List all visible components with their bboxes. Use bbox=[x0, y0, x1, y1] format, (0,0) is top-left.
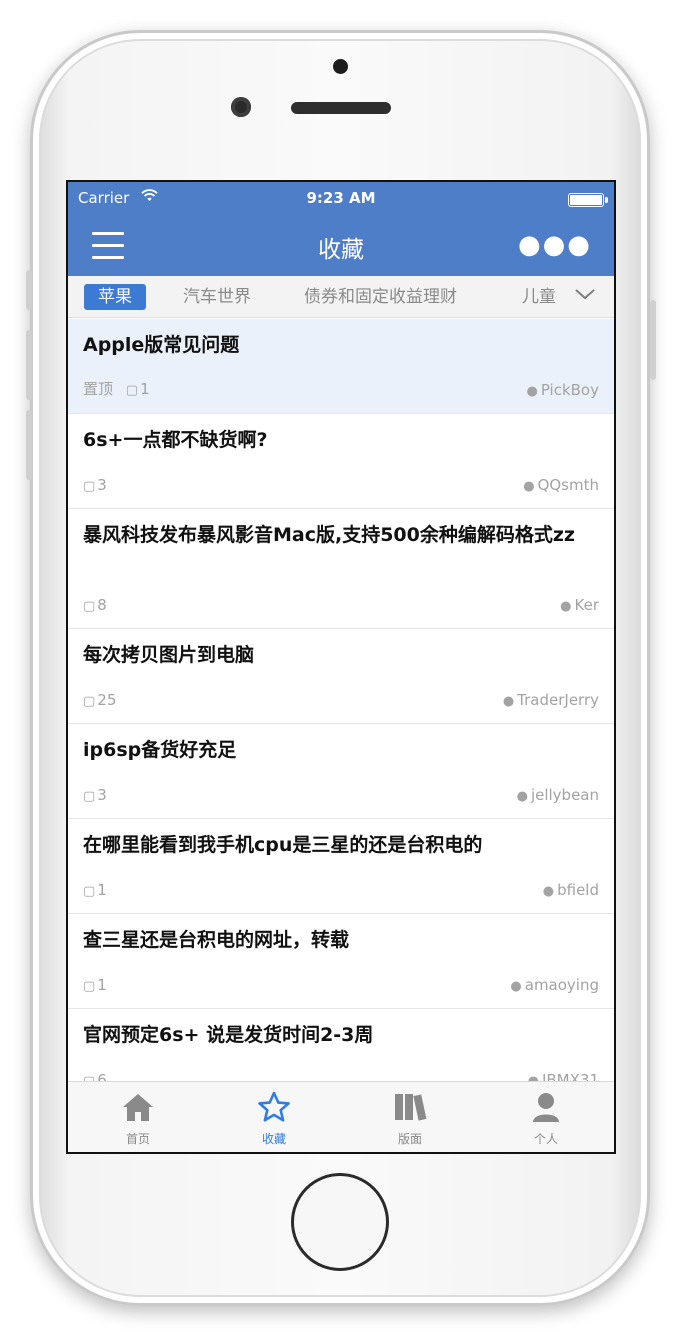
tab-profile-label: 个人 bbox=[533, 1132, 558, 1146]
user-icon: ● bbox=[526, 384, 538, 399]
header: Carrier 9:23 AM 收藏 ●●● bbox=[68, 182, 614, 276]
front-camera bbox=[231, 97, 251, 117]
reply-icon: ▢ bbox=[83, 979, 96, 994]
thread-title: 在哪里能看到我手机cpu是三星的还是台积电的 bbox=[83, 834, 483, 856]
tab-boards[interactable]: 版面 bbox=[370, 1090, 450, 1147]
battery-tip bbox=[605, 197, 608, 203]
tab-home-label: 首页 bbox=[125, 1132, 150, 1146]
thread-meta: ▢ 3 bbox=[83, 476, 107, 494]
reply-icon: ▢ bbox=[83, 694, 96, 709]
user-icon: ● bbox=[542, 884, 555, 899]
volume-down-button bbox=[26, 410, 32, 480]
thread-meta: ▢ 3 bbox=[83, 786, 107, 804]
user-icon: ● bbox=[528, 1074, 539, 1081]
list-item[interactable]: Apple版常见问题 置顶 ▢ 1 ● PickBoy bbox=[68, 319, 614, 414]
thread-meta: ▢ 25 bbox=[83, 691, 116, 709]
tab-children[interactable]: 儿童 bbox=[522, 284, 556, 310]
more-options-icon[interactable]: ●●● bbox=[518, 230, 592, 260]
app-screen: Carrier 9:23 AM 收藏 ●●● 苹果 汽车世界 债券和固定收益理财… bbox=[66, 180, 616, 1154]
status-time: 9:23 AM bbox=[306, 189, 376, 207]
reply-icon: ▢ bbox=[83, 479, 96, 494]
tab-favorites-label: 收藏 bbox=[261, 1132, 286, 1146]
thread-title: Apple版常见问题 bbox=[83, 334, 240, 356]
reply-count: 3 bbox=[97, 476, 107, 494]
thread-meta: 置顶 ▢ 1 bbox=[83, 378, 150, 399]
reply-count: 1 bbox=[97, 881, 107, 899]
thread-title: 查三星还是台积电的网址，转载 bbox=[83, 929, 350, 951]
category-tabs: 苹果 汽车世界 债券和固定收益理财 儿童 bbox=[68, 276, 614, 318]
reply-count: 1 bbox=[97, 976, 107, 994]
tab-home[interactable]: 首页 bbox=[98, 1090, 178, 1147]
reply-count: 6 bbox=[97, 1071, 107, 1081]
tab-apple[interactable]: 苹果 bbox=[84, 284, 146, 310]
thread-list: Apple版常见问题 置顶 ▢ 1 ● PickBoy 6s+一点都不缺货啊? ▢ 3… bbox=[68, 319, 614, 1081]
proximity-sensor bbox=[333, 59, 348, 74]
thread-title: 6s+一点都不缺货啊? bbox=[83, 429, 268, 451]
pinned-badge: 置顶 bbox=[83, 380, 114, 398]
mute-switch bbox=[26, 270, 32, 310]
nav-bar: 收藏 ●●● bbox=[68, 216, 614, 276]
home-button[interactable] bbox=[291, 1173, 389, 1271]
home-icon bbox=[98, 1090, 178, 1126]
thread-author: ● jellybean bbox=[516, 786, 599, 804]
reply-count: 3 bbox=[97, 786, 107, 804]
reply-count: 8 bbox=[97, 596, 107, 614]
thread-author: ● bfield bbox=[542, 881, 599, 899]
list-item[interactable]: ip6sp备货好充足 ▢ 3 ● jellybean bbox=[68, 724, 614, 819]
thread-title: 每次拷贝图片到电脑 bbox=[83, 644, 255, 666]
reply-icon: ▢ bbox=[83, 599, 96, 614]
tab-favorites[interactable]: 收藏 bbox=[234, 1090, 314, 1147]
star-icon bbox=[234, 1090, 314, 1126]
list-item[interactable]: 6s+一点都不缺货啊? ▢ 3 ● QQsmth bbox=[68, 414, 614, 509]
list-item[interactable]: 在哪里能看到我手机cpu是三星的还是台积电的 ▢ 1 ● bfield bbox=[68, 819, 614, 914]
tab-auto-world[interactable]: 汽车世界 bbox=[183, 284, 251, 310]
thread-title: 暴风科技发布暴风影音Mac版,支持500余种编解码格式zz bbox=[83, 524, 575, 546]
reply-icon: ▢ bbox=[125, 383, 139, 398]
thread-meta: ▢ 8 bbox=[83, 596, 107, 614]
list-item[interactable]: 暴风科技发布暴风影音Mac版,支持500余种编解码格式zz ▢ 8 ● Ker bbox=[68, 509, 614, 629]
books-icon bbox=[370, 1090, 450, 1126]
tab-boards-label: 版面 bbox=[397, 1132, 422, 1146]
chevron-down-icon[interactable] bbox=[574, 282, 596, 307]
thread-meta: ▢ 1 bbox=[83, 976, 107, 994]
user-icon: ● bbox=[502, 694, 515, 709]
earpiece-speaker bbox=[291, 102, 391, 114]
reply-icon: ▢ bbox=[83, 884, 96, 899]
thread-author: ● TraderJerry bbox=[502, 691, 599, 709]
list-item[interactable]: 官网预定6s+ 说是发货时间2-3周 ▢6 ●IBMX31 bbox=[68, 1009, 614, 1081]
user-icon bbox=[506, 1090, 586, 1126]
bottom-tab-bar: 首页 收藏 版面 个人 bbox=[68, 1081, 614, 1152]
thread-meta: ▢ 1 bbox=[83, 881, 107, 899]
user-icon: ● bbox=[523, 479, 535, 494]
reply-count: 1 bbox=[140, 380, 150, 398]
volume-up-button bbox=[26, 330, 32, 400]
tab-profile[interactable]: 个人 bbox=[506, 1090, 586, 1147]
reply-count: 25 bbox=[97, 691, 117, 709]
thread-author: ● amaoying bbox=[510, 976, 599, 994]
thread-author: ● QQsmth bbox=[523, 476, 599, 494]
thread-title: 官网预定6s+ 说是发货时间2-3周 bbox=[83, 1024, 374, 1046]
status-bar: Carrier 9:23 AM bbox=[68, 182, 614, 216]
thread-author: ● PickBoy bbox=[526, 381, 599, 399]
thread-author: ● Ker bbox=[560, 596, 599, 614]
reply-icon: ▢ bbox=[83, 1074, 95, 1081]
list-item[interactable]: 查三星还是台积电的网址，转载 ▢ 1 ● amaoying bbox=[68, 914, 614, 1009]
power-button bbox=[650, 300, 656, 380]
thread-author: ●IBMX31 bbox=[528, 1071, 599, 1081]
list-item[interactable]: 每次拷贝图片到电脑 ▢ 25 ● TraderJerry bbox=[68, 629, 614, 724]
user-icon: ● bbox=[510, 979, 522, 994]
user-icon: ● bbox=[560, 599, 572, 614]
thread-meta: ▢6 bbox=[83, 1071, 107, 1081]
thread-title: ip6sp备货好充足 bbox=[83, 739, 237, 761]
user-icon: ● bbox=[516, 789, 528, 804]
tab-bonds-finance[interactable]: 债券和固定收益理财 bbox=[304, 284, 457, 310]
reply-icon: ▢ bbox=[83, 789, 96, 804]
battery-icon bbox=[568, 193, 604, 207]
